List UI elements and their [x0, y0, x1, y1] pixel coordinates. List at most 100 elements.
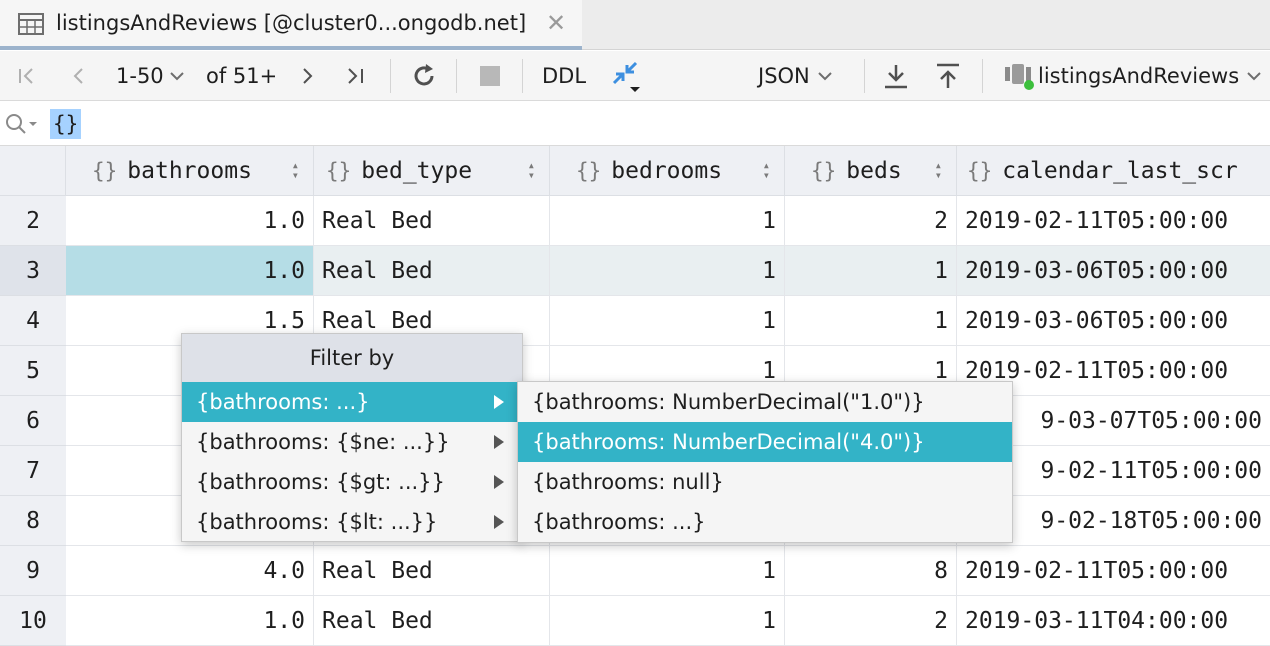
cell-bed-type[interactable]: Real Bed: [314, 546, 550, 596]
submenu-item-decimal-1[interactable]: {bathrooms: NumberDecimal("1.0")}: [518, 382, 1012, 422]
submenu-item-decimal-4[interactable]: {bathrooms: NumberDecimal("4.0")}: [518, 422, 1012, 462]
cell-bathrooms[interactable]: 4.0: [66, 546, 314, 596]
cell-bathrooms[interactable]: 1.0: [66, 596, 314, 646]
row-number[interactable]: 8: [0, 496, 66, 546]
cell-bed-type[interactable]: Real Bed: [314, 596, 550, 646]
cell-bed-type[interactable]: Real Bed: [314, 246, 550, 296]
last-page-icon: [348, 68, 363, 84]
column-type-icon: {}: [967, 158, 993, 183]
last-page-button[interactable]: [344, 51, 368, 101]
sort-icon[interactable]: ▴ ▾: [935, 159, 942, 181]
close-icon[interactable]: ✕: [546, 9, 566, 37]
prev-page-icon: [73, 68, 83, 84]
submenu-arrow-icon: [494, 435, 504, 449]
row-number[interactable]: 6: [0, 396, 66, 446]
row-number[interactable]: 5: [0, 346, 66, 396]
row-number[interactable]: 4: [0, 296, 66, 346]
cell-bedrooms[interactable]: 1: [550, 596, 785, 646]
submenu-item-custom[interactable]: {bathrooms: ...}: [518, 502, 1012, 542]
ddl-button[interactable]: DDL: [542, 51, 586, 101]
prev-page-button[interactable]: [68, 51, 90, 101]
submenu-item-null[interactable]: {bathrooms: null}: [518, 462, 1012, 502]
compare-button[interactable]: [608, 51, 642, 101]
toolbar-separator: [456, 59, 457, 93]
next-page-icon: [303, 68, 313, 84]
column-header-beds[interactable]: {} beds ▴ ▾: [785, 146, 957, 196]
row-number[interactable]: 7: [0, 446, 66, 496]
cell-bedrooms[interactable]: 1: [550, 196, 785, 246]
row-number[interactable]: 9: [0, 546, 66, 596]
cell-calendar-last-scraped[interactable]: 2019-02-11T05:00:00: [957, 196, 1270, 246]
toolbar-separator: [864, 59, 865, 93]
toolbar-separator: [390, 59, 391, 93]
next-page-button[interactable]: [296, 51, 318, 101]
column-header-bathrooms[interactable]: {} bathrooms ▴ ▾: [66, 146, 314, 196]
column-type-icon: {}: [92, 158, 118, 183]
grid-corner: [0, 146, 66, 196]
cell-calendar-last-scraped[interactable]: 2019-02-11T05:00:00: [957, 546, 1270, 596]
submenu-arrow-icon: [494, 475, 504, 489]
stop-button[interactable]: [479, 51, 501, 101]
column-header-calendar-last-scraped[interactable]: {} calendar_last_scr: [957, 146, 1270, 196]
search-icon[interactable]: [4, 112, 40, 136]
filter-bar: {}: [0, 102, 1270, 146]
menu-item-greater-than[interactable]: {bathrooms: {$gt: ...}}: [182, 462, 522, 502]
chevron-down-icon: [169, 72, 184, 81]
menu-item-equals[interactable]: {bathrooms: ...}: [182, 382, 522, 422]
menu-title: Filter by: [182, 334, 522, 382]
sort-icon[interactable]: ▴ ▾: [292, 159, 299, 181]
menu-item-not-equals[interactable]: {bathrooms: {$ne: ...}}: [182, 422, 522, 462]
row-number[interactable]: 2: [0, 196, 66, 246]
sort-icon[interactable]: ▴ ▾: [528, 159, 535, 181]
cell-beds[interactable]: 1: [785, 246, 957, 296]
submenu-arrow-icon: [494, 515, 504, 529]
cell-beds[interactable]: 1: [785, 296, 957, 346]
first-page-button[interactable]: [16, 51, 38, 101]
upload-button[interactable]: [935, 51, 961, 101]
sort-icon[interactable]: ▴ ▾: [763, 159, 770, 181]
table-icon: [18, 13, 44, 35]
cell-calendar-last-scraped[interactable]: 2019-03-11T04:00:00: [957, 596, 1270, 646]
page-total: of 51+: [206, 64, 278, 88]
stop-icon: [480, 66, 500, 86]
cell-bed-type[interactable]: Real Bed: [314, 196, 550, 246]
chevron-down-icon: [818, 72, 832, 81]
row-number[interactable]: 10: [0, 596, 66, 646]
row-number[interactable]: 3: [0, 246, 66, 296]
cell-beds[interactable]: 2: [785, 596, 957, 646]
chevron-down-icon: [1247, 72, 1261, 81]
column-type-icon: {}: [811, 158, 837, 183]
column-header-bedrooms[interactable]: {} bedrooms ▴ ▾: [550, 146, 785, 196]
tab-strip: listingsAndReviews [@cluster0...ongodb.n…: [0, 0, 1270, 50]
compare-icon: [612, 61, 640, 92]
submenu-arrow-icon: [494, 395, 504, 409]
download-button[interactable]: [883, 51, 909, 101]
column-type-icon: {}: [576, 158, 602, 183]
menu-item-less-than[interactable]: {bathrooms: {$lt: ...}}: [182, 502, 522, 542]
view-mode-dropdown[interactable]: JSON: [758, 51, 834, 101]
page-range: 1-50: [116, 64, 164, 88]
reload-button[interactable]: [410, 51, 438, 101]
cell-bedrooms[interactable]: 1: [550, 296, 785, 346]
datasource-selector[interactable]: listingsAndReviews: [1002, 51, 1263, 101]
filter-by-menu: Filter by {bathrooms: ...} {bathrooms: {…: [181, 333, 523, 542]
cell-beds[interactable]: 8: [785, 546, 957, 596]
filter-input[interactable]: {}: [50, 109, 82, 139]
tab-listings-and-reviews[interactable]: listingsAndReviews [@cluster0...ongodb.n…: [0, 0, 582, 50]
reload-icon: [414, 64, 434, 86]
cell-bedrooms[interactable]: 1: [550, 246, 785, 296]
cell-bedrooms[interactable]: 1: [550, 546, 785, 596]
cell-beds[interactable]: 2: [785, 196, 957, 246]
cell-calendar-last-scraped[interactable]: 2019-03-06T05:00:00: [957, 296, 1270, 346]
filter-value-submenu: {bathrooms: NumberDecimal("1.0")} {bathr…: [517, 381, 1013, 543]
datasource-icon: [1005, 64, 1034, 90]
page-size-dropdown[interactable]: 1-50: [116, 51, 186, 101]
column-type-icon: {}: [326, 158, 352, 183]
first-page-icon: [19, 68, 33, 84]
cell-calendar-last-scraped[interactable]: 2019-03-06T05:00:00: [957, 246, 1270, 296]
cell-bathrooms[interactable]: 1.0: [66, 246, 314, 296]
cell-bathrooms[interactable]: 1.0: [66, 196, 314, 246]
download-icon: [885, 65, 907, 89]
column-header-bed-type[interactable]: {} bed_type ▴ ▾: [314, 146, 550, 196]
upload-icon: [937, 63, 959, 88]
